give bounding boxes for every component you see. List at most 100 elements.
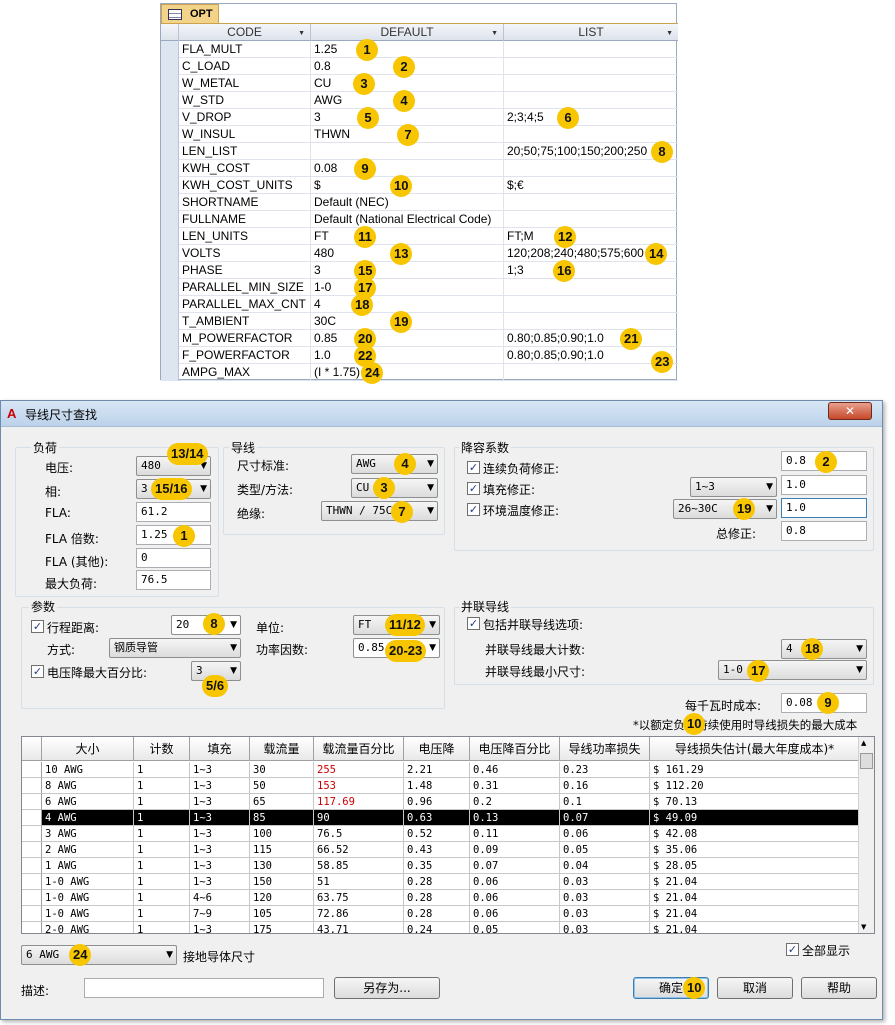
cell-list[interactable]: [504, 279, 678, 296]
grid-cell[interactable]: 1~3: [190, 826, 250, 842]
grid-cell[interactable]: 72.86: [314, 906, 404, 922]
grid-cell[interactable]: 0.07: [470, 858, 560, 874]
cell-code[interactable]: PARALLEL_MIN_SIZE: [179, 279, 311, 296]
grid-cell[interactable]: 0.11: [470, 826, 560, 842]
grid-cell[interactable]: 0.07: [560, 810, 650, 826]
grid-cell[interactable]: 1.48: [404, 778, 470, 794]
grid-cell[interactable]: 0.09: [470, 842, 560, 858]
table-row[interactable]: T_AMBIENT 30C 19: [161, 311, 678, 333]
grid-cell[interactable]: 1~3: [190, 762, 250, 778]
row-header[interactable]: [22, 842, 42, 858]
close-button[interactable]: ✕: [828, 402, 872, 420]
grid-cell[interactable]: $ 21.04: [650, 874, 860, 890]
grid-cell[interactable]: 153: [314, 778, 404, 794]
row-selector[interactable]: [161, 364, 179, 381]
grid-cell[interactable]: 90: [314, 810, 404, 826]
table-row[interactable]: FLA_MULT 1.25 1: [161, 39, 678, 61]
row-selector[interactable]: [161, 262, 179, 279]
table-row[interactable]: SHORTNAME Default (NEC): [161, 194, 678, 211]
row-selector[interactable]: [161, 177, 179, 194]
grid-cell[interactable]: 0.23: [560, 762, 650, 778]
grid-cell[interactable]: 130: [250, 858, 314, 874]
grid-row[interactable]: 1-0 AWG 1 7~9 105 72.86 0.28 0.06 0.03 $ 21.04: [22, 906, 860, 922]
grid-cell[interactable]: 0.16: [560, 778, 650, 794]
grid-cell[interactable]: 0.03: [560, 890, 650, 906]
row-header[interactable]: [22, 858, 42, 874]
grid-cell[interactable]: 2 AWG: [42, 842, 134, 858]
grid-cell[interactable]: 0.31: [470, 778, 560, 794]
dropdown-icon[interactable]: ▼: [666, 26, 673, 42]
cell-code[interactable]: T_AMBIENT: [179, 313, 311, 330]
row-header[interactable]: [22, 890, 42, 906]
temp-combo[interactable]: 26~30C ▼: [673, 499, 777, 519]
row-selector[interactable]: [161, 330, 179, 347]
grid-cell[interactable]: 30: [250, 762, 314, 778]
cell-code[interactable]: M_POWERFACTOR: [179, 330, 311, 347]
grid-cell[interactable]: 1: [134, 906, 190, 922]
table-row[interactable]: M_POWERFACTOR 0.85 0.80;0.85;0.90;1.0 20 21: [161, 328, 678, 350]
row-selector[interactable]: [161, 211, 179, 228]
cell-default[interactable]: Default (National Electrical Code): [311, 211, 504, 228]
table-row[interactable]: C_LOAD 0.8 2: [161, 56, 678, 78]
grid-cell[interactable]: 1: [134, 890, 190, 906]
cell-list[interactable]: [504, 41, 678, 58]
grid-row[interactable]: 4 AWG 1 1~3 85 90 0.63 0.13 0.07 $ 49.09: [22, 810, 860, 826]
cell-list[interactable]: 0.80;0.85;0.90;1.0: [504, 330, 678, 347]
row-header[interactable]: [22, 826, 42, 842]
parallel-min-combo[interactable]: 1-0 ▼: [718, 660, 867, 680]
cell-default[interactable]: 0.08: [311, 160, 504, 177]
cell-list[interactable]: 2;3;4;5: [504, 109, 678, 126]
table-row[interactable]: FULLNAME Default (National Electrical Cod…: [161, 211, 678, 228]
cell-default[interactable]: Default (NEC): [311, 194, 504, 211]
grid-cell[interactable]: 0.43: [404, 842, 470, 858]
cell-list[interactable]: FT;M: [504, 228, 678, 245]
cell-default[interactable]: 1.0: [311, 347, 504, 364]
cell-list[interactable]: [504, 313, 678, 330]
grid-cell[interactable]: 43.71: [314, 922, 404, 933]
row-selector[interactable]: [161, 126, 179, 143]
grid-cell[interactable]: $ 112.20: [650, 778, 860, 794]
grid-cell[interactable]: 100: [250, 826, 314, 842]
grid-row[interactable]: 1-0 AWG 1 4~6 120 63.75 0.28 0.06 0.03 $ 21.04: [22, 890, 860, 906]
grid-cell[interactable]: $ 21.04: [650, 922, 860, 933]
show-all-checkbox[interactable]: ✓: [786, 943, 799, 956]
grid-cell[interactable]: 1-0 AWG: [42, 906, 134, 922]
grid-cell[interactable]: 58.85: [314, 858, 404, 874]
grid-cell[interactable]: 6 AWG: [42, 794, 134, 810]
cell-code[interactable]: AMPG_MAX: [179, 364, 311, 381]
parallel-checkbox[interactable]: ✓: [467, 617, 480, 630]
grid-cell[interactable]: 1: [134, 778, 190, 794]
cell-list[interactable]: [504, 58, 678, 75]
grid-cell[interactable]: 150: [250, 874, 314, 890]
cell-default[interactable]: 3: [311, 262, 504, 279]
grid-cell[interactable]: 1~3: [190, 778, 250, 794]
column-header-default[interactable]: DEFAULT ▼: [311, 24, 504, 41]
grid-cell[interactable]: 0.06: [470, 906, 560, 922]
cell-default[interactable]: 0.85: [311, 330, 504, 347]
grid-cell[interactable]: 115: [250, 842, 314, 858]
grid-cell[interactable]: 105: [250, 906, 314, 922]
cell-default[interactable]: 4: [311, 296, 504, 313]
grid-cell[interactable]: 1: [134, 826, 190, 842]
grid-column-header[interactable]: 导线损失估计(最大年度成本)*: [650, 737, 860, 761]
row-selector[interactable]: [161, 58, 179, 75]
grid-cell[interactable]: $ 21.04: [650, 906, 860, 922]
row-header[interactable]: [22, 762, 42, 778]
grid-cell[interactable]: $ 49.09: [650, 810, 860, 826]
fill-combo[interactable]: 1~3 ▼: [690, 477, 777, 497]
grid-cell[interactable]: 0.28: [404, 874, 470, 890]
grid-cell[interactable]: 0.28: [404, 890, 470, 906]
grid-cell[interactable]: 0.05: [470, 922, 560, 933]
grid-cell[interactable]: 63.75: [314, 890, 404, 906]
cell-code[interactable]: LEN_LIST: [179, 143, 311, 160]
grid-cell[interactable]: 8 AWG: [42, 778, 134, 794]
cell-list[interactable]: [504, 160, 678, 177]
grid-cell[interactable]: 0.03: [560, 906, 650, 922]
table-row[interactable]: KWH_COST 0.08 9: [161, 158, 678, 180]
table-row[interactable]: V_DROP 3 2;3;4;5 5 6: [161, 107, 678, 129]
cell-code[interactable]: W_METAL: [179, 75, 311, 92]
row-header[interactable]: [22, 778, 42, 794]
dropdown-icon[interactable]: ▼: [298, 26, 305, 42]
temp-checkbox[interactable]: ✓: [467, 503, 480, 516]
table-row[interactable]: PHASE 3 1;3 15 16: [161, 260, 678, 282]
